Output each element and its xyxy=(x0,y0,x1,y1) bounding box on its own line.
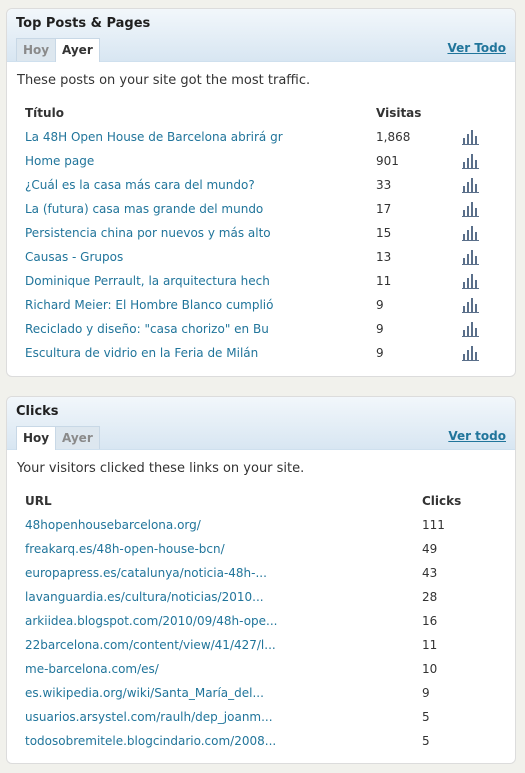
click-count: 43 xyxy=(422,566,438,580)
table-row: me-barcelona.com/es/10 xyxy=(25,657,502,681)
bar-chart-icon[interactable] xyxy=(462,273,479,289)
table-row: La 48H Open House de Barcelona abrirá gr… xyxy=(25,125,492,149)
top-posts-intro: These posts on your site got the most tr… xyxy=(17,73,311,88)
click-count: 5 xyxy=(422,734,430,748)
bar-chart-icon[interactable] xyxy=(462,345,479,361)
clicks-intro: Your visitors clicked these links on you… xyxy=(17,461,305,476)
clicks-widget: Clicks Hoy Ayer Ver todo Your visitors c… xyxy=(6,396,516,764)
clicks-header: Clicks Hoy Ayer Ver todo xyxy=(7,397,515,450)
post-visits: 15 xyxy=(376,226,392,240)
post-title-link[interactable]: Dominique Perrault, la arquitectura hech xyxy=(25,269,376,293)
bar-chart-icon[interactable] xyxy=(462,129,479,145)
top-posts-table: Título Visitas La 48H Open House de Barc… xyxy=(25,101,492,365)
post-visits: 9 xyxy=(376,346,384,360)
top-posts-widget: Top Posts & Pages Hoy Ayer Ver Todo Thes… xyxy=(6,8,516,377)
post-title-link[interactable]: ¿Cuál es la casa más cara del mundo? xyxy=(25,173,376,197)
tab-ayer[interactable]: Ayer xyxy=(55,426,100,449)
click-count: 49 xyxy=(422,542,438,556)
bar-chart-icon[interactable] xyxy=(462,249,479,265)
view-all-link[interactable]: Ver Todo xyxy=(447,41,506,55)
post-visits: 901 xyxy=(376,154,399,168)
table-row: La (futura) casa mas grande del mundo 17 xyxy=(25,197,492,221)
table-row: 48hopenhousebarcelona.org/111 xyxy=(25,513,502,537)
table-row: Dominique Perrault, la arquitectura hech… xyxy=(25,269,492,293)
click-url-link[interactable]: 22barcelona.com/content/view/41/427/l... xyxy=(25,633,422,657)
bar-chart-icon[interactable] xyxy=(462,321,479,337)
table-row: ¿Cuál es la casa más cara del mundo? 33 xyxy=(25,173,492,197)
table-row: lavanguardia.es/cultura/noticias/2010...… xyxy=(25,585,502,609)
table-row: es.wikipedia.org/wiki/Santa_María_del...… xyxy=(25,681,502,705)
click-url-link[interactable]: me-barcelona.com/es/ xyxy=(25,657,422,681)
post-title-link[interactable]: Persistencia china por nuevos y más alto xyxy=(25,221,376,245)
bar-chart-icon[interactable] xyxy=(462,201,479,217)
column-header-clicks: Clicks xyxy=(422,494,462,508)
post-visits: 1,868 xyxy=(376,130,411,144)
post-title-link[interactable]: La 48H Open House de Barcelona abrirá gr xyxy=(25,125,376,149)
click-url-link[interactable]: 48hopenhousebarcelona.org/ xyxy=(25,513,422,537)
table-row: Escultura de vidrio en la Feria de Milán… xyxy=(25,341,492,365)
click-url-link[interactable]: arkiidea.blogspot.com/2010/09/48h-ope... xyxy=(25,609,422,633)
click-url-link[interactable]: lavanguardia.es/cultura/noticias/2010... xyxy=(25,585,422,609)
click-count: 16 xyxy=(422,614,438,628)
click-count: 11 xyxy=(422,638,438,652)
post-title-link[interactable]: Home page xyxy=(25,149,376,173)
clicks-table: URL Clicks 48hopenhousebarcelona.org/111… xyxy=(25,489,502,753)
tab-hoy[interactable]: Hoy xyxy=(16,426,57,450)
clicks-title: Clicks xyxy=(16,404,59,419)
bar-chart-icon[interactable] xyxy=(462,177,479,193)
post-visits: 11 xyxy=(376,274,392,288)
table-row: todosobremitele.blogcindario.com/2008...… xyxy=(25,729,502,753)
click-url-link[interactable]: freakarq.es/48h-open-house-bcn/ xyxy=(25,537,422,561)
click-url-link[interactable]: europapress.es/catalunya/noticia-48h-... xyxy=(25,561,422,585)
table-row: Persistencia china por nuevos y más alto… xyxy=(25,221,492,245)
column-header-visits: Visitas xyxy=(376,106,422,120)
post-title-link[interactable]: Causas - Grupos xyxy=(25,245,376,269)
bar-chart-icon[interactable] xyxy=(462,297,479,313)
click-count: 10 xyxy=(422,662,438,676)
post-title-link[interactable]: Escultura de vidrio en la Feria de Milán xyxy=(25,341,376,365)
post-visits: 9 xyxy=(376,322,384,336)
table-row: arkiidea.blogspot.com/2010/09/48h-ope...… xyxy=(25,609,502,633)
post-visits: 9 xyxy=(376,298,384,312)
table-row: Reciclado y diseño: "casa chorizo" en Bu… xyxy=(25,317,492,341)
click-count: 9 xyxy=(422,686,430,700)
table-row: Home page 901 xyxy=(25,149,492,173)
tab-hoy[interactable]: Hoy xyxy=(16,38,57,61)
post-visits: 17 xyxy=(376,202,392,216)
click-count: 111 xyxy=(422,518,445,532)
column-header-url: URL xyxy=(25,494,52,508)
click-url-link[interactable]: todosobremitele.blogcindario.com/2008... xyxy=(25,729,422,753)
table-row: 22barcelona.com/content/view/41/427/l...… xyxy=(25,633,502,657)
table-row: usuarios.arsystel.com/raulh/dep_joanm...… xyxy=(25,705,502,729)
table-row: Richard Meier: El Hombre Blanco cumplió 9 xyxy=(25,293,492,317)
table-row: freakarq.es/48h-open-house-bcn/49 xyxy=(25,537,502,561)
post-title-link[interactable]: Richard Meier: El Hombre Blanco cumplió xyxy=(25,293,376,317)
bar-chart-icon[interactable] xyxy=(462,153,479,169)
view-all-link[interactable]: Ver todo xyxy=(448,429,506,443)
post-title-link[interactable]: Reciclado y diseño: "casa chorizo" en Bu xyxy=(25,317,376,341)
click-url-link[interactable]: es.wikipedia.org/wiki/Santa_María_del... xyxy=(25,681,422,705)
tab-ayer[interactable]: Ayer xyxy=(55,38,100,62)
bar-chart-icon[interactable] xyxy=(462,225,479,241)
top-posts-header: Top Posts & Pages Hoy Ayer Ver Todo xyxy=(7,9,515,62)
top-posts-title: Top Posts & Pages xyxy=(16,16,151,31)
table-row: Causas - Grupos 13 xyxy=(25,245,492,269)
click-count: 28 xyxy=(422,590,438,604)
post-visits: 33 xyxy=(376,178,392,192)
click-count: 5 xyxy=(422,710,430,724)
post-title-link[interactable]: La (futura) casa mas grande del mundo xyxy=(25,197,376,221)
post-visits: 13 xyxy=(376,250,392,264)
click-url-link[interactable]: usuarios.arsystel.com/raulh/dep_joanm... xyxy=(25,705,422,729)
table-row: europapress.es/catalunya/noticia-48h-...… xyxy=(25,561,502,585)
column-header-title: Título xyxy=(25,106,64,120)
